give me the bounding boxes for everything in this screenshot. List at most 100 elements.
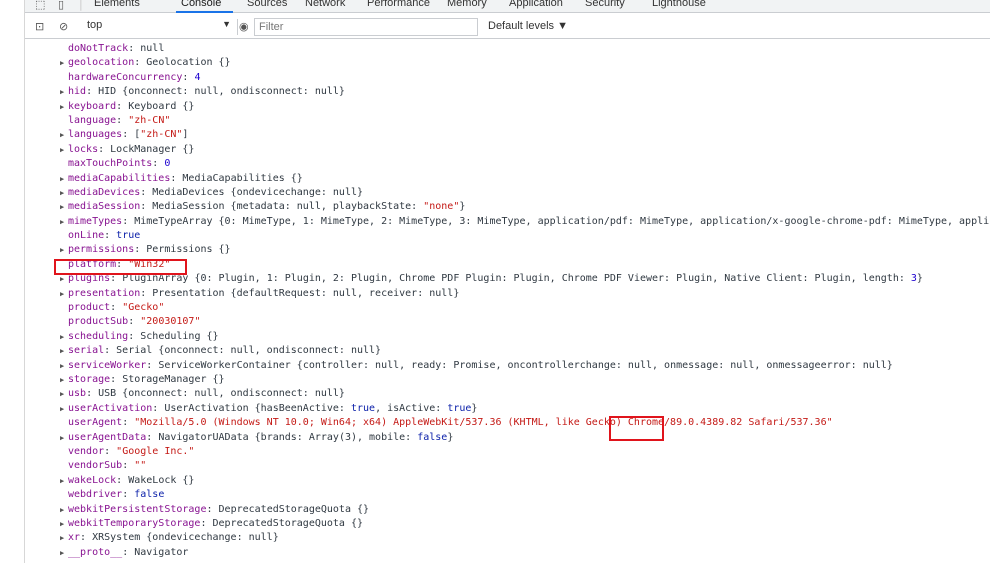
expand-triangle-icon[interactable]: ▶: [60, 402, 64, 416]
property-value: : Keyboard {}: [116, 100, 195, 112]
expand-triangle-icon[interactable]: ▶: [60, 546, 64, 560]
property-value: "zh-CN": [140, 129, 183, 141]
console-property-row[interactable]: ▶ __proto__: Navigator: [60, 546, 990, 560]
console-property-row[interactable]: ▶ permissions: Permissions {}: [60, 243, 990, 257]
console-property-row[interactable]: ▶ presentation: Presentation {defaultRequ…: [60, 287, 990, 301]
property-value: true: [447, 402, 472, 414]
tab-lighthouse[interactable]: Lighthouse: [652, 0, 706, 9]
console-property-row[interactable]: ▶ mediaCapabilities: MediaCapabilities {}: [60, 172, 990, 186]
console-property-row[interactable]: ▶ mediaDevices: MediaDevices {ondevicecha…: [60, 186, 990, 200]
console-property-row[interactable]: ▶ usb: USB {onconnect: null, ondisconnect…: [60, 387, 990, 401]
console-property-row[interactable]: ▶ languages: ["zh-CN"]: [60, 128, 990, 142]
expand-triangle-icon[interactable]: ▶: [60, 143, 64, 157]
property-key: locks: [68, 143, 99, 155]
expand-triangle-icon[interactable]: ▶: [60, 243, 64, 257]
console-property-row[interactable]: ▶ webkitTemporaryStorage: DeprecatedStora…: [60, 517, 990, 531]
property-key: serviceWorker: [68, 359, 147, 371]
console-property-row[interactable]: ▶ plugins: PluginArray {0: Plugin, 1: Plu…: [60, 272, 990, 286]
row-text: usb: USB {onconnect: null, ondisconnect:…: [68, 388, 345, 399]
console-property-row[interactable]: ▶ geolocation: Geolocation {}: [60, 56, 990, 70]
tab-network[interactable]: Network: [305, 0, 345, 9]
expand-triangle-icon[interactable]: ▶: [60, 100, 64, 114]
console-property-row[interactable]: ▶ serial: Serial {onconnect: null, ondisc…: [60, 344, 990, 358]
property-key: usb: [68, 388, 87, 400]
console-property-row[interactable]: ▶ serviceWorker: ServiceWorkerContainer {…: [60, 359, 990, 373]
property-key: languages: [68, 129, 123, 141]
context-selector[interactable]: top ▼: [87, 19, 238, 35]
expand-triangle-icon[interactable]: ▶: [60, 56, 64, 70]
row-text: locks: LockManager {}: [68, 144, 194, 155]
expand-triangle-icon[interactable]: ▶: [60, 517, 64, 531]
property-value: : HID {onconnect: null, ondisconnect: nu…: [86, 86, 345, 98]
row-text: xr: XRSystem {ondevicechange: null}: [68, 532, 279, 543]
eye-icon[interactable]: ◉: [239, 20, 249, 33]
tab-application[interactable]: Application: [509, 0, 563, 9]
sidebar-toggle-icon[interactable]: ⊡: [35, 20, 44, 33]
expand-triangle-icon[interactable]: ▶: [60, 186, 64, 200]
expand-triangle-icon[interactable]: ▶: [60, 387, 64, 401]
expand-triangle-icon[interactable]: ▶: [60, 200, 64, 214]
property-value: : UserActivation {hasBeenActive:: [152, 402, 351, 414]
property-value: : XRSystem {ondevicechange: null}: [80, 532, 279, 544]
tab-memory[interactable]: Memory: [447, 0, 487, 9]
row-text: webdriver: false: [68, 489, 164, 500]
row-text: userAgent: "Mozilla/5.0 (Windows NT 10.0…: [68, 417, 833, 428]
property-value: : Navigator: [122, 546, 189, 558]
row-text: vendorSub: "": [68, 460, 146, 471]
console-property-row[interactable]: ▶ scheduling: Scheduling {}: [60, 330, 990, 344]
tab-elements[interactable]: Elements: [94, 0, 140, 9]
expand-triangle-icon[interactable]: ▶: [60, 85, 64, 99]
expand-triangle-icon[interactable]: ▶: [60, 503, 64, 517]
console-property-row[interactable]: ▶ xr: XRSystem {ondevicechange: null}: [60, 531, 990, 545]
expand-triangle-icon[interactable]: ▶: [60, 172, 64, 186]
property-key: presentation: [68, 287, 141, 299]
console-property-row[interactable]: ▶ webkitPersistentStorage: DeprecatedStor…: [60, 503, 990, 517]
console-property-row[interactable]: ▶ locks: LockManager {}: [60, 143, 990, 157]
device-toolbar-icon[interactable]: ▯: [58, 0, 64, 11]
expand-triangle-icon[interactable]: ▶: [60, 128, 64, 142]
property-key: vendor: [68, 445, 105, 457]
tab-security[interactable]: Security: [585, 0, 625, 9]
tab-sources[interactable]: Sources: [247, 0, 287, 9]
property-value: :: [182, 71, 195, 83]
property-key: mediaDevices: [68, 186, 141, 198]
row-text: serial: Serial {onconnect: null, ondisco…: [68, 345, 381, 356]
expand-triangle-icon[interactable]: ▶: [60, 215, 64, 229]
expand-triangle-icon[interactable]: ▶: [60, 359, 64, 373]
expand-triangle-icon[interactable]: ▶: [60, 373, 64, 387]
filter-input[interactable]: [254, 18, 478, 36]
console-property-row[interactable]: ▶ mimeTypes: MimeTypeArray {0: MimeType, …: [60, 215, 990, 229]
property-value: :: [122, 489, 135, 501]
console-property-row: vendorSub: "": [60, 459, 990, 473]
row-text: mediaCapabilities: MediaCapabilities {}: [68, 173, 303, 184]
console-property-row[interactable]: ▶ keyboard: Keyboard {}: [60, 100, 990, 114]
property-key: mimeTypes: [68, 215, 123, 227]
expand-triangle-icon[interactable]: ▶: [60, 344, 64, 358]
property-value: }: [459, 201, 466, 213]
expand-triangle-icon[interactable]: ▶: [60, 474, 64, 488]
expand-triangle-icon[interactable]: ▶: [60, 531, 64, 545]
property-value: : ServiceWorkerContainer {controller: nu…: [146, 359, 893, 371]
devtools-tab-bar: ⬚ ▯ | Elements Console Sources Network P…: [25, 0, 990, 13]
tab-performance[interactable]: Performance: [367, 0, 430, 9]
console-property-row[interactable]: ▶ hid: HID {onconnect: null, ondisconnect…: [60, 85, 990, 99]
expand-triangle-icon[interactable]: ▶: [60, 287, 64, 301]
property-key: userAgent: [68, 417, 123, 429]
property-key: xr: [68, 532, 81, 544]
property-value: : MediaCapabilities {}: [170, 172, 303, 184]
clear-console-icon[interactable]: ⊘: [59, 20, 68, 33]
console-property-row[interactable]: ▶ storage: StorageManager {}: [60, 373, 990, 387]
expand-triangle-icon[interactable]: ▶: [60, 431, 64, 445]
console-property-row[interactable]: ▶ wakeLock: WakeLock {}: [60, 474, 990, 488]
console-property-row[interactable]: ▶ userAgentData: NavigatorUAData {brands:…: [60, 431, 990, 445]
expand-triangle-icon[interactable]: ▶: [60, 330, 64, 344]
row-text: wakeLock: WakeLock {}: [68, 475, 194, 486]
property-value: false: [417, 431, 448, 443]
console-property-row[interactable]: ▶ userActivation: UserActivation {hasBeen…: [60, 402, 990, 416]
log-levels-dropdown[interactable]: Default levels ▼: [488, 20, 568, 32]
console-property-row[interactable]: ▶ mediaSession: MediaSession {metadata: n…: [60, 200, 990, 214]
inspect-element-icon[interactable]: ⬚: [35, 0, 45, 11]
chevron-down-icon: ▼: [222, 19, 231, 29]
console-toolbar: ⊡ ⊘ top ▼ ◉ Default levels ▼: [25, 17, 990, 39]
tab-console[interactable]: Console: [181, 0, 221, 9]
